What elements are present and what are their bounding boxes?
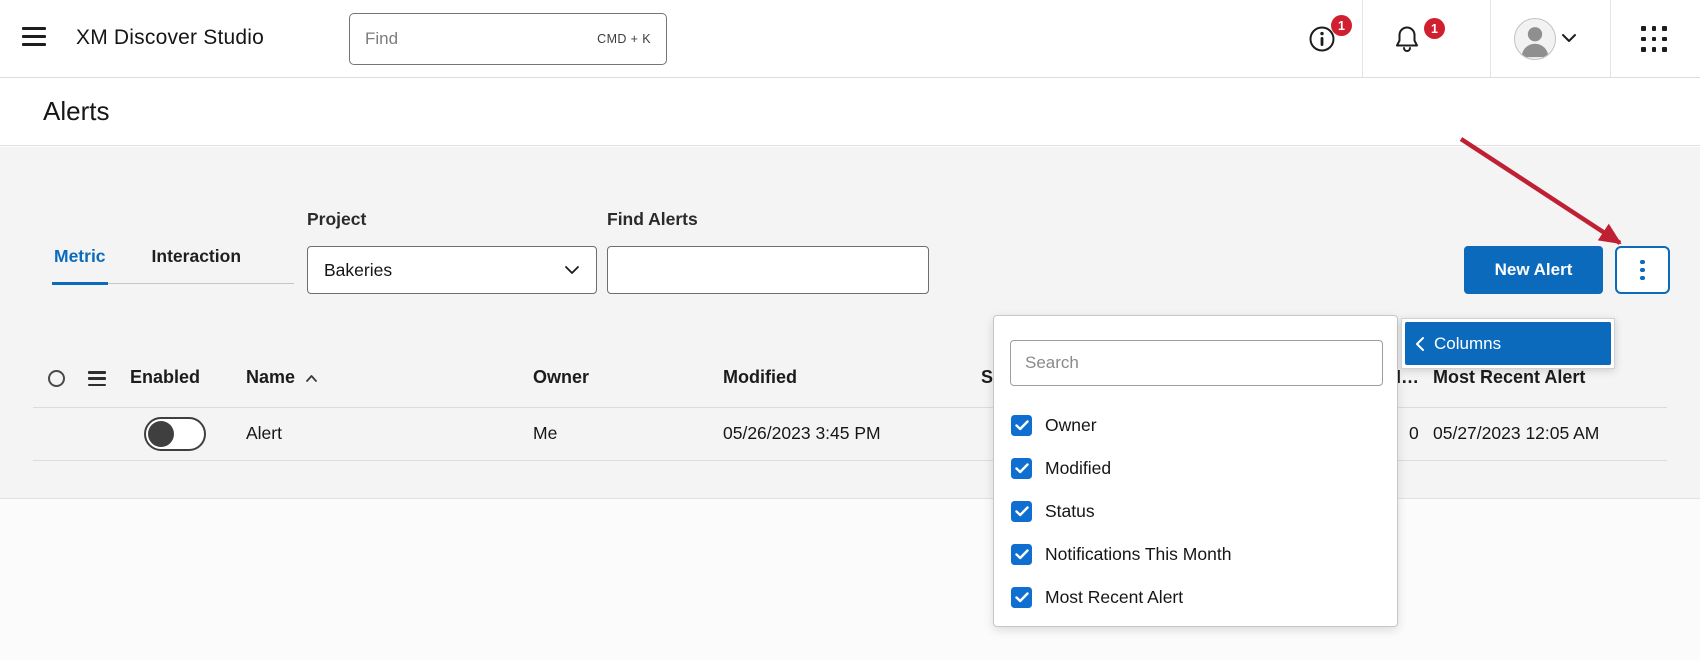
column-option-most-recent-alert[interactable]: Most Recent Alert (1011, 576, 1183, 619)
menu-item-columns[interactable]: Columns (1405, 322, 1611, 365)
column-option-status[interactable]: Status (1011, 490, 1095, 533)
project-select[interactable]: Bakeries (307, 246, 597, 294)
column-option-modified[interactable]: Modified (1011, 447, 1111, 490)
table-header-divider (33, 407, 1667, 408)
col-header-name[interactable]: Name (246, 367, 318, 388)
tab-metric[interactable]: Metric (52, 246, 108, 283)
checkbox-checked-icon[interactable] (1011, 415, 1032, 436)
col-header-most-recent-alert[interactable]: Most Recent Alert (1433, 367, 1585, 388)
checkbox-checked-icon[interactable] (1011, 587, 1032, 608)
project-label: Project (307, 209, 366, 230)
kebab-dropdown-menu: Columns (1401, 318, 1615, 369)
alerts-tabs: Metric Interaction (52, 246, 294, 284)
page-header-bar: Alerts (0, 79, 1700, 146)
columns-popup: Owner Modified Status Notifications This… (993, 315, 1398, 627)
project-select-value: Bakeries (324, 260, 564, 281)
col-header-enabled[interactable]: Enabled (130, 367, 200, 388)
find-alerts-label: Find Alerts (607, 209, 698, 230)
top-bar: XM Discover Studio CMD + K 1 1 (0, 0, 1700, 78)
col-header-owner[interactable]: Owner (533, 367, 589, 388)
column-option-notifications-this-month[interactable]: Notifications This Month (1011, 533, 1231, 576)
column-option-owner[interactable]: Owner (1011, 404, 1097, 447)
table-row-divider (33, 460, 1667, 461)
menu-icon[interactable] (22, 27, 50, 51)
cell-owner: Me (533, 423, 557, 444)
find-alerts-input[interactable] (607, 246, 929, 294)
sort-asc-icon (305, 374, 318, 383)
col-header-modified[interactable]: Modified (723, 367, 797, 388)
info-badge: 1 (1331, 15, 1352, 36)
divider (1362, 0, 1363, 78)
avatar[interactable] (1514, 18, 1556, 60)
divider (1490, 0, 1491, 78)
search-shortcut-hint: CMD + K (597, 32, 666, 46)
columns-search-input[interactable] (1010, 340, 1383, 386)
new-alert-button[interactable]: New Alert (1464, 246, 1603, 294)
page-title: Alerts (43, 96, 109, 127)
alert-enabled-toggle[interactable] (144, 417, 206, 451)
table-menu-icon[interactable] (88, 371, 106, 390)
cell-modified: 05/26/2023 3:45 PM (723, 423, 881, 444)
cell-notifications: 0 (1409, 423, 1419, 444)
global-search-input[interactable] (350, 29, 597, 49)
app-title: XM Discover Studio (76, 26, 264, 50)
bell-badge: 1 (1424, 18, 1445, 39)
checkbox-checked-icon[interactable] (1011, 458, 1032, 479)
more-options-kebab-button[interactable] (1615, 246, 1670, 294)
content-area: Metric Interaction Project Bakeries Find… (0, 147, 1700, 660)
bell-icon[interactable] (1392, 24, 1422, 57)
chevron-down-icon (564, 265, 580, 275)
app-window: XM Discover Studio CMD + K 1 1 Alerts (0, 0, 1700, 660)
tab-interaction[interactable]: Interaction (150, 246, 243, 283)
select-all-radio[interactable] (48, 370, 65, 387)
checkbox-checked-icon[interactable] (1011, 544, 1032, 565)
apps-grid-icon[interactable] (1641, 26, 1668, 53)
divider (1610, 0, 1611, 78)
chevron-left-icon (1415, 336, 1425, 352)
global-search[interactable]: CMD + K (349, 13, 667, 65)
checkbox-checked-icon[interactable] (1011, 501, 1032, 522)
avatar-chevron-down-icon[interactable] (1560, 31, 1578, 48)
cell-most-recent-alert: 05/27/2023 12:05 AM (1433, 423, 1599, 444)
cell-name[interactable]: Alert (246, 423, 282, 444)
toggle-knob (148, 421, 174, 447)
